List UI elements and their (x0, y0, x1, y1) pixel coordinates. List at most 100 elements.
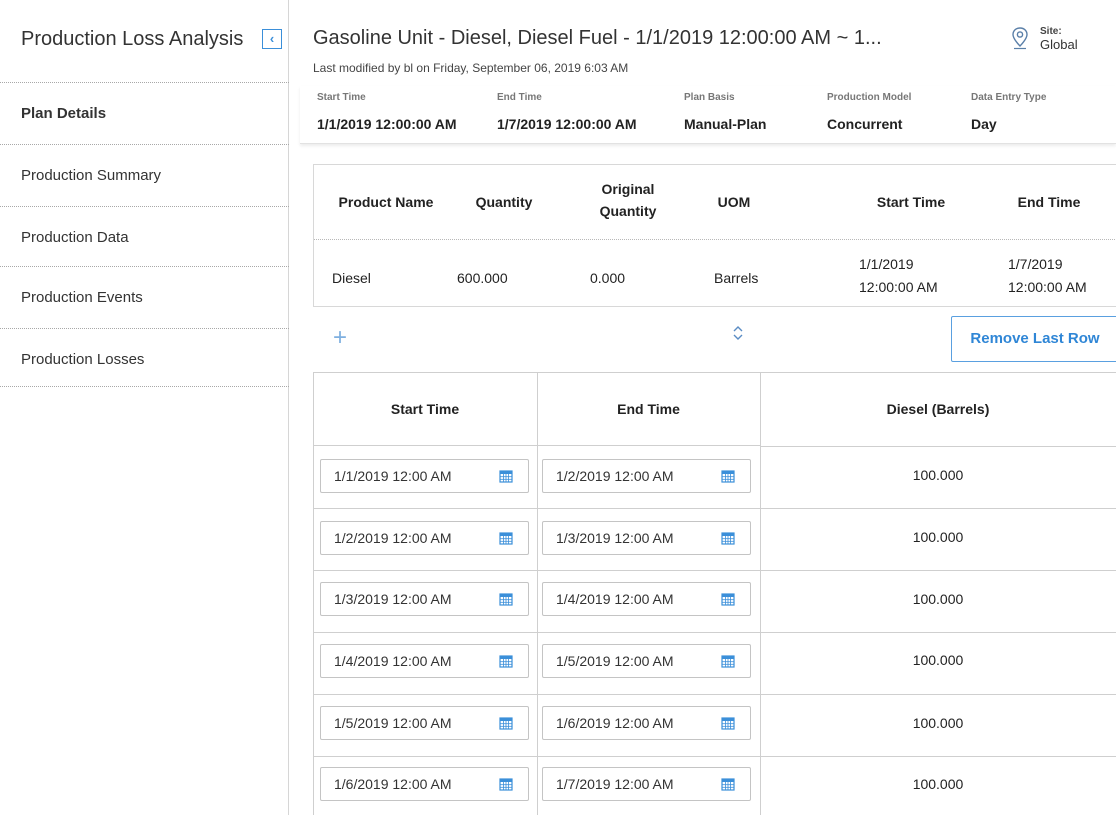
sidebar-divider (0, 386, 289, 387)
grid-row-border (313, 694, 1116, 695)
cell-start-date: 1/1/2019 (859, 256, 914, 272)
cell-product-name: Diesel (332, 270, 371, 286)
info-plan-basis: Plan Basis Manual-Plan (684, 92, 766, 132)
grid-header-start-time: Start Time (390, 401, 460, 417)
add-row-icon[interactable]: + (333, 326, 347, 350)
info-value: 1/1/2019 12:00:00 AM (317, 116, 457, 132)
grid-row-border (313, 508, 1116, 509)
info-production-model: Production Model Concurrent (827, 92, 911, 132)
site-label: Site: (1040, 26, 1062, 37)
calendar-icon[interactable] (499, 777, 513, 791)
grid-row-border (313, 570, 1116, 571)
table-divider (314, 239, 1116, 240)
site-value: Global (1040, 37, 1078, 52)
start-time-value: 1/6/2019 12:00 AM (334, 776, 452, 792)
sidebar-item-production-data[interactable]: Production Data (0, 206, 289, 268)
start-time-value: 1/2/2019 12:00 AM (334, 530, 452, 546)
cell-end-date: 1/7/2019 (1008, 256, 1063, 272)
info-value: Manual-Plan (684, 116, 767, 132)
info-label: Start Time (317, 92, 366, 103)
plan-info-bar: Start Time 1/1/2019 12:00:00 AM End Time… (300, 86, 1116, 144)
diesel-value-cell[interactable]: 100.000 (760, 776, 1116, 792)
end-time-input[interactable]: 1/2/2019 12:00 AM (542, 459, 751, 493)
end-time-input[interactable]: 1/4/2019 12:00 AM (542, 582, 751, 616)
sidebar-header: Production Loss Analysis (21, 28, 243, 51)
cell-start-clock: 12:00:00 AM (859, 279, 938, 295)
end-time-value: 1/5/2019 12:00 AM (556, 653, 674, 669)
start-time-input[interactable]: 1/6/2019 12:00 AM (320, 767, 529, 801)
end-time-value: 1/7/2019 12:00 AM (556, 776, 674, 792)
grid-header-border (760, 446, 1116, 447)
info-label: End Time (497, 92, 542, 103)
sidebar-title: Production Loss Analysis (21, 28, 244, 50)
start-time-input[interactable]: 1/2/2019 12:00 AM (320, 521, 529, 555)
start-time-input[interactable]: 1/5/2019 12:00 AM (320, 706, 529, 740)
production-data-grid: Start Time End Time Diesel (Barrels) 1/1… (313, 372, 1116, 815)
col-header-quantity: Quantity (475, 194, 533, 210)
cell-end-clock: 12:00:00 AM (1008, 279, 1087, 295)
calendar-icon[interactable] (499, 654, 513, 668)
calendar-icon[interactable] (721, 777, 735, 791)
end-time-value: 1/4/2019 12:00 AM (556, 591, 674, 607)
sidebar-item-production-losses[interactable]: Production Losses (0, 328, 289, 390)
remove-last-row-button[interactable]: Remove Last Row (951, 316, 1116, 362)
sidebar-item-production-summary[interactable]: Production Summary (0, 144, 289, 206)
sidebar-item-label: Plan Details (21, 105, 107, 122)
calendar-icon[interactable] (499, 469, 513, 483)
sidebar: Production Loss Analysis ‹ Plan Details … (0, 0, 289, 815)
grid-header-end-time: End Time (617, 401, 680, 417)
cell-original-quantity: 0.000 (590, 270, 626, 286)
product-table: Product Name Quantity Original Quantity … (313, 164, 1116, 307)
col-header-original-line2: Quantity (599, 203, 657, 219)
sidebar-item-label: Production Summary (21, 167, 162, 184)
calendar-icon[interactable] (721, 592, 735, 606)
calendar-icon[interactable] (499, 716, 513, 730)
start-time-input[interactable]: 1/4/2019 12:00 AM (320, 644, 529, 678)
sidebar-item-plan-details[interactable]: Plan Details (0, 82, 289, 144)
sort-icon[interactable] (732, 323, 744, 343)
grid-row-border (313, 756, 1116, 757)
end-time-input[interactable]: 1/5/2019 12:00 AM (542, 644, 751, 678)
calendar-icon[interactable] (721, 531, 735, 545)
start-time-value: 1/5/2019 12:00 AM (334, 715, 452, 731)
cell-quantity: 600.000 (457, 270, 508, 286)
end-time-input[interactable]: 1/7/2019 12:00 AM (542, 767, 751, 801)
location-pin-icon (1012, 27, 1028, 50)
diesel-value-cell[interactable]: 100.000 (760, 529, 1116, 545)
calendar-icon[interactable] (721, 716, 735, 730)
end-time-input[interactable]: 1/3/2019 12:00 AM (542, 521, 751, 555)
diesel-value-cell[interactable]: 100.000 (760, 652, 1116, 668)
start-time-input[interactable]: 1/3/2019 12:00 AM (320, 582, 529, 616)
col-header-start-time: Start Time (876, 194, 946, 210)
col-header-original-line1: Original (601, 181, 655, 197)
start-time-value: 1/4/2019 12:00 AM (334, 653, 452, 669)
info-value: Day (971, 116, 997, 132)
info-end-time: End Time 1/7/2019 12:00:00 AM (497, 92, 637, 132)
diesel-value-cell[interactable]: 100.000 (760, 591, 1116, 607)
calendar-icon[interactable] (499, 592, 513, 606)
calendar-icon[interactable] (721, 654, 735, 668)
end-time-input[interactable]: 1/6/2019 12:00 AM (542, 706, 751, 740)
start-time-input[interactable]: 1/1/2019 12:00 AM (320, 459, 529, 493)
grid-toolbar: + Remove Last Row (313, 310, 1116, 370)
calendar-icon[interactable] (721, 469, 735, 483)
sidebar-item-production-events[interactable]: Production Events (0, 266, 289, 328)
info-label: Data Entry Type (971, 92, 1047, 103)
sidebar-item-label: Production Events (21, 289, 143, 306)
diesel-value-cell[interactable]: 100.000 (760, 467, 1116, 483)
last-modified-text: Last modified by bl on Friday, September… (313, 61, 629, 75)
info-value: 1/7/2019 12:00:00 AM (497, 116, 637, 132)
info-label: Production Model (827, 92, 912, 103)
site-selector[interactable]: Site: Global (1010, 26, 1078, 52)
grid-row-border (313, 632, 1116, 633)
sidebar-item-label: Production Data (21, 229, 129, 246)
col-header-end-time: End Time (1017, 194, 1081, 210)
end-time-value: 1/3/2019 12:00 AM (556, 530, 674, 546)
calendar-icon[interactable] (499, 531, 513, 545)
info-start-time: Start Time 1/1/2019 12:00:00 AM (317, 92, 457, 132)
sidebar-item-label: Production Losses (21, 351, 145, 368)
diesel-value-cell[interactable]: 100.000 (760, 715, 1116, 731)
grid-header-diesel: Diesel (Barrels) (886, 401, 990, 417)
collapse-sidebar-icon[interactable]: ‹ (262, 29, 282, 49)
start-time-value: 1/3/2019 12:00 AM (334, 591, 452, 607)
